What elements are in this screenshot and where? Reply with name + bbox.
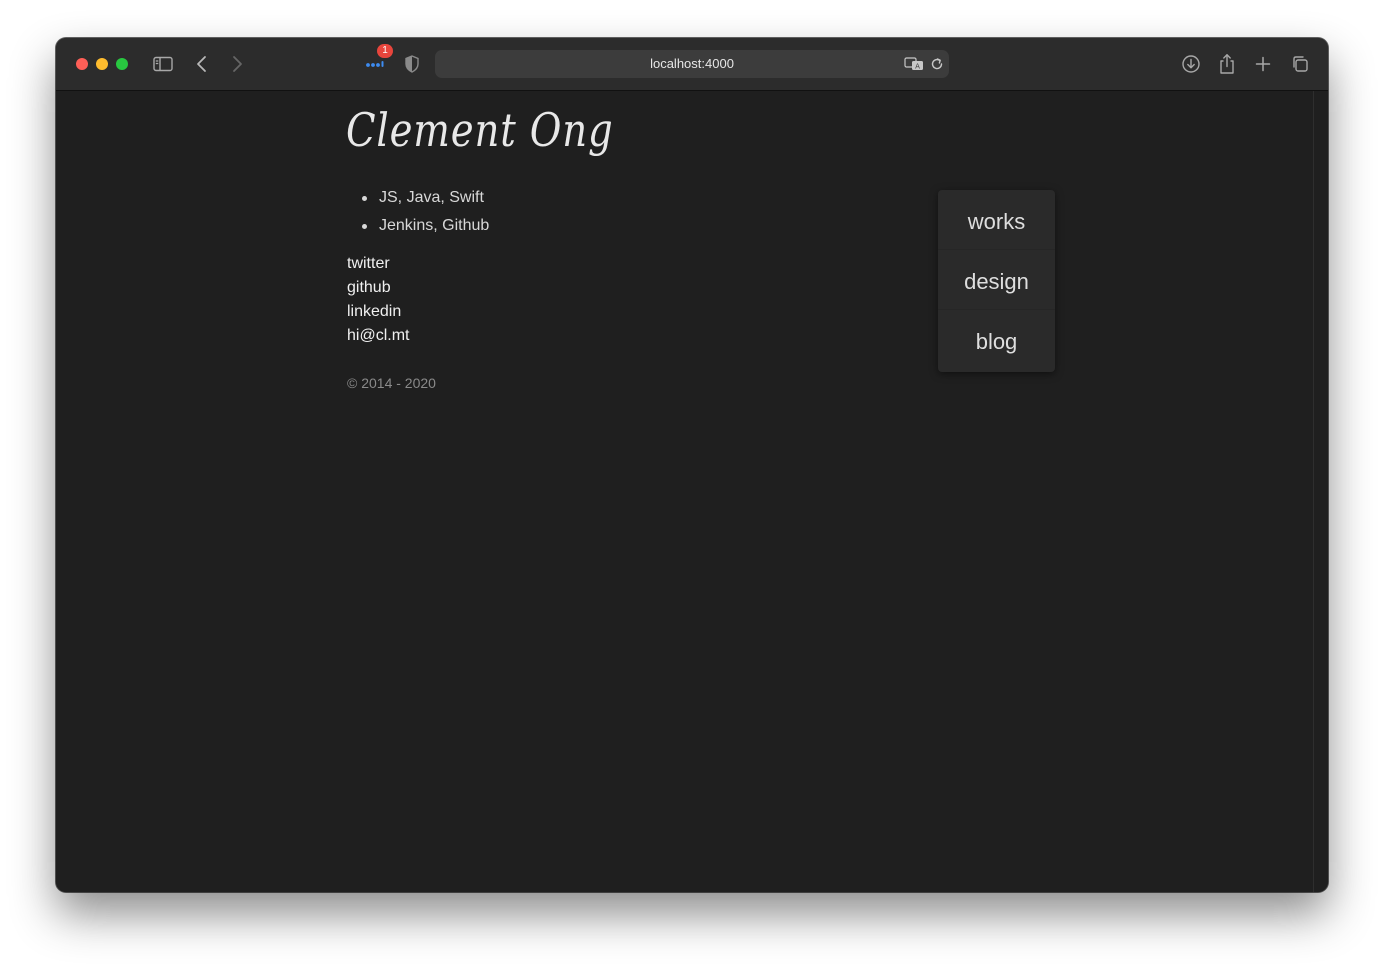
reload-icon[interactable] [925, 52, 949, 76]
forward-chevron-icon[interactable] [225, 52, 249, 76]
email-link[interactable]: hi@cl.mt [347, 325, 409, 349]
minimize-window-button[interactable] [96, 58, 108, 70]
tab-overview-icon[interactable] [1288, 52, 1312, 76]
page-content: Clement Ong JS, Java, Swift Jenkins, Git… [56, 91, 1328, 892]
privacy-shield-icon[interactable] [400, 52, 424, 76]
social-links: twitter github linkedin hi@cl.mt [347, 253, 409, 349]
nav-item-blog[interactable]: blog [938, 309, 1055, 369]
fullscreen-window-button[interactable] [116, 58, 128, 70]
twitter-link[interactable]: twitter [347, 253, 409, 277]
extensions-badge: 1 [377, 44, 393, 58]
nav-item-works[interactable]: works [938, 190, 1055, 249]
download-icon[interactable] [1179, 52, 1203, 76]
skill-item: JS, Java, Swift [347, 187, 489, 215]
sidebar-icon[interactable] [151, 52, 175, 76]
address-bar[interactable]: localhost:4000 A [435, 50, 949, 78]
page-title: Clement Ong [346, 103, 614, 157]
github-link[interactable]: github [347, 277, 409, 301]
scrollbar-edge [1313, 91, 1314, 892]
new-tab-plus-icon[interactable] [1251, 52, 1275, 76]
skill-item: Jenkins, Github [347, 215, 489, 243]
linkedin-link[interactable]: linkedin [347, 301, 409, 325]
close-window-button[interactable] [76, 58, 88, 70]
translate-icon[interactable]: A [902, 52, 926, 76]
copyright-text: © 2014 - 2020 [347, 375, 436, 391]
browser-window: 1 localhost:4000 A Clement Ong JS, Java,… [56, 38, 1328, 892]
back-chevron-icon[interactable] [190, 52, 214, 76]
skills-list: JS, Java, Swift Jenkins, Github [347, 187, 489, 243]
nav-item-design[interactable]: design [938, 249, 1055, 309]
share-icon[interactable] [1215, 52, 1239, 76]
svg-text:A: A [915, 63, 920, 71]
nav-menu: works design blog [938, 190, 1055, 372]
url-text: localhost:4000 [650, 56, 734, 71]
browser-toolbar: 1 localhost:4000 A [56, 38, 1328, 91]
